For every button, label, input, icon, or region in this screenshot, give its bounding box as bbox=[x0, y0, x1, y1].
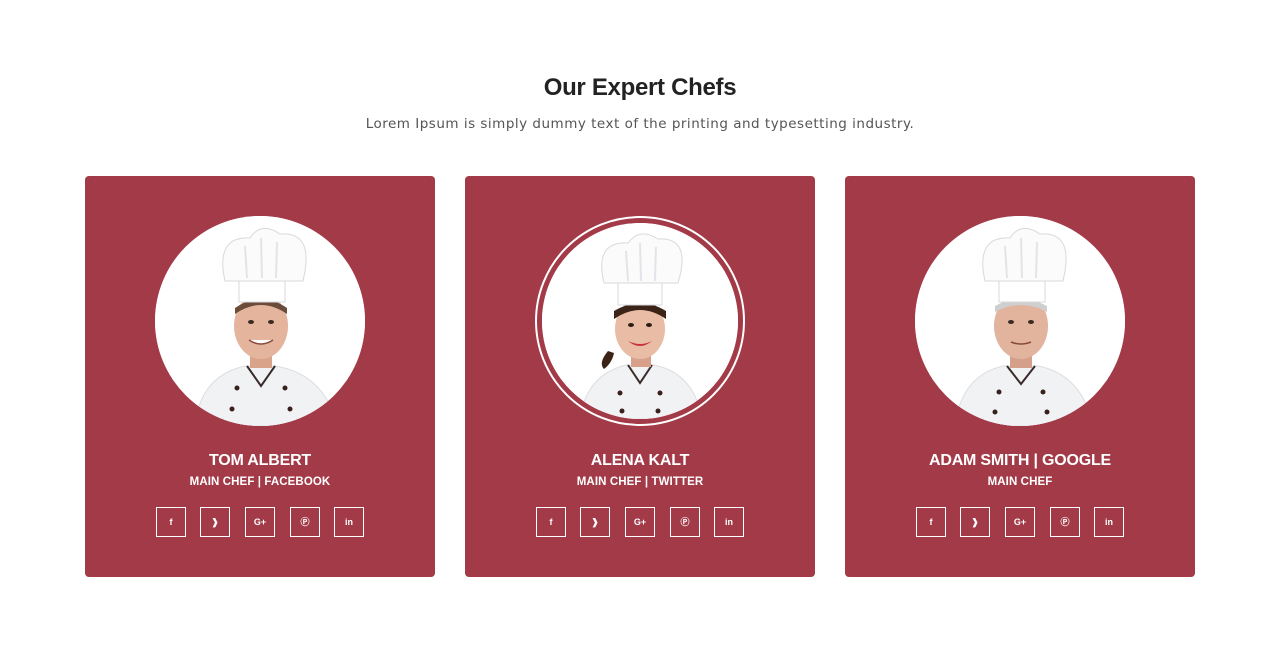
chef-card: ADAM SMITH | GOOGLE MAIN CHEF f ❱ G+ Ⓟ i… bbox=[845, 176, 1195, 577]
chef-photo bbox=[155, 216, 365, 426]
chef-cards: TOM ALBERT MAIN CHEF | FACEBOOK f ❱ G+ Ⓟ… bbox=[85, 176, 1195, 577]
google-plus-icon[interactable]: G+ bbox=[245, 507, 275, 537]
chef-card: TOM ALBERT MAIN CHEF | FACEBOOK f ❱ G+ Ⓟ… bbox=[85, 176, 435, 577]
twitter-icon[interactable]: ❱ bbox=[200, 507, 230, 537]
twitter-icon[interactable]: ❱ bbox=[960, 507, 990, 537]
facebook-icon[interactable]: f bbox=[916, 507, 946, 537]
chef-female-portrait bbox=[542, 223, 738, 419]
section-title: Our Expert Chefs bbox=[543, 74, 737, 101]
chef-name: ALENA KALT bbox=[590, 452, 690, 469]
linkedin-icon[interactable]: in bbox=[334, 507, 364, 537]
chef-card: ALENA KALT MAIN CHEF | TWITTER f ❱ G+ Ⓟ … bbox=[465, 176, 815, 577]
chef-male-portrait bbox=[155, 216, 365, 426]
chef-senior-portrait bbox=[915, 216, 1125, 426]
section-subtitle: Lorem Ipsum is simply dummy text of the … bbox=[365, 116, 915, 132]
pinterest-icon[interactable]: Ⓟ bbox=[290, 507, 320, 537]
chef-photo bbox=[915, 216, 1125, 426]
linkedin-icon[interactable]: in bbox=[714, 507, 744, 537]
google-plus-icon[interactable]: G+ bbox=[1005, 507, 1035, 537]
social-links: f ❱ G+ Ⓟ in bbox=[916, 507, 1124, 537]
social-links: f ❱ G+ Ⓟ in bbox=[156, 507, 364, 537]
pinterest-icon[interactable]: Ⓟ bbox=[1050, 507, 1080, 537]
facebook-icon[interactable]: f bbox=[156, 507, 186, 537]
social-links: f ❱ G+ Ⓟ in bbox=[536, 507, 744, 537]
facebook-icon[interactable]: f bbox=[536, 507, 566, 537]
chef-photo-inner bbox=[542, 223, 738, 419]
twitter-icon[interactable]: ❱ bbox=[580, 507, 610, 537]
chef-name: TOM ALBERT bbox=[209, 452, 311, 469]
linkedin-icon[interactable]: in bbox=[1094, 507, 1124, 537]
google-plus-icon[interactable]: G+ bbox=[625, 507, 655, 537]
chef-role: MAIN CHEF | FACEBOOK bbox=[189, 476, 331, 488]
chef-photo bbox=[535, 216, 745, 426]
chef-role: MAIN CHEF bbox=[987, 476, 1053, 488]
pinterest-icon[interactable]: Ⓟ bbox=[670, 507, 700, 537]
chef-name: ADAM SMITH | GOOGLE bbox=[928, 452, 1111, 469]
chef-role: MAIN CHEF | TWITTER bbox=[576, 476, 704, 488]
